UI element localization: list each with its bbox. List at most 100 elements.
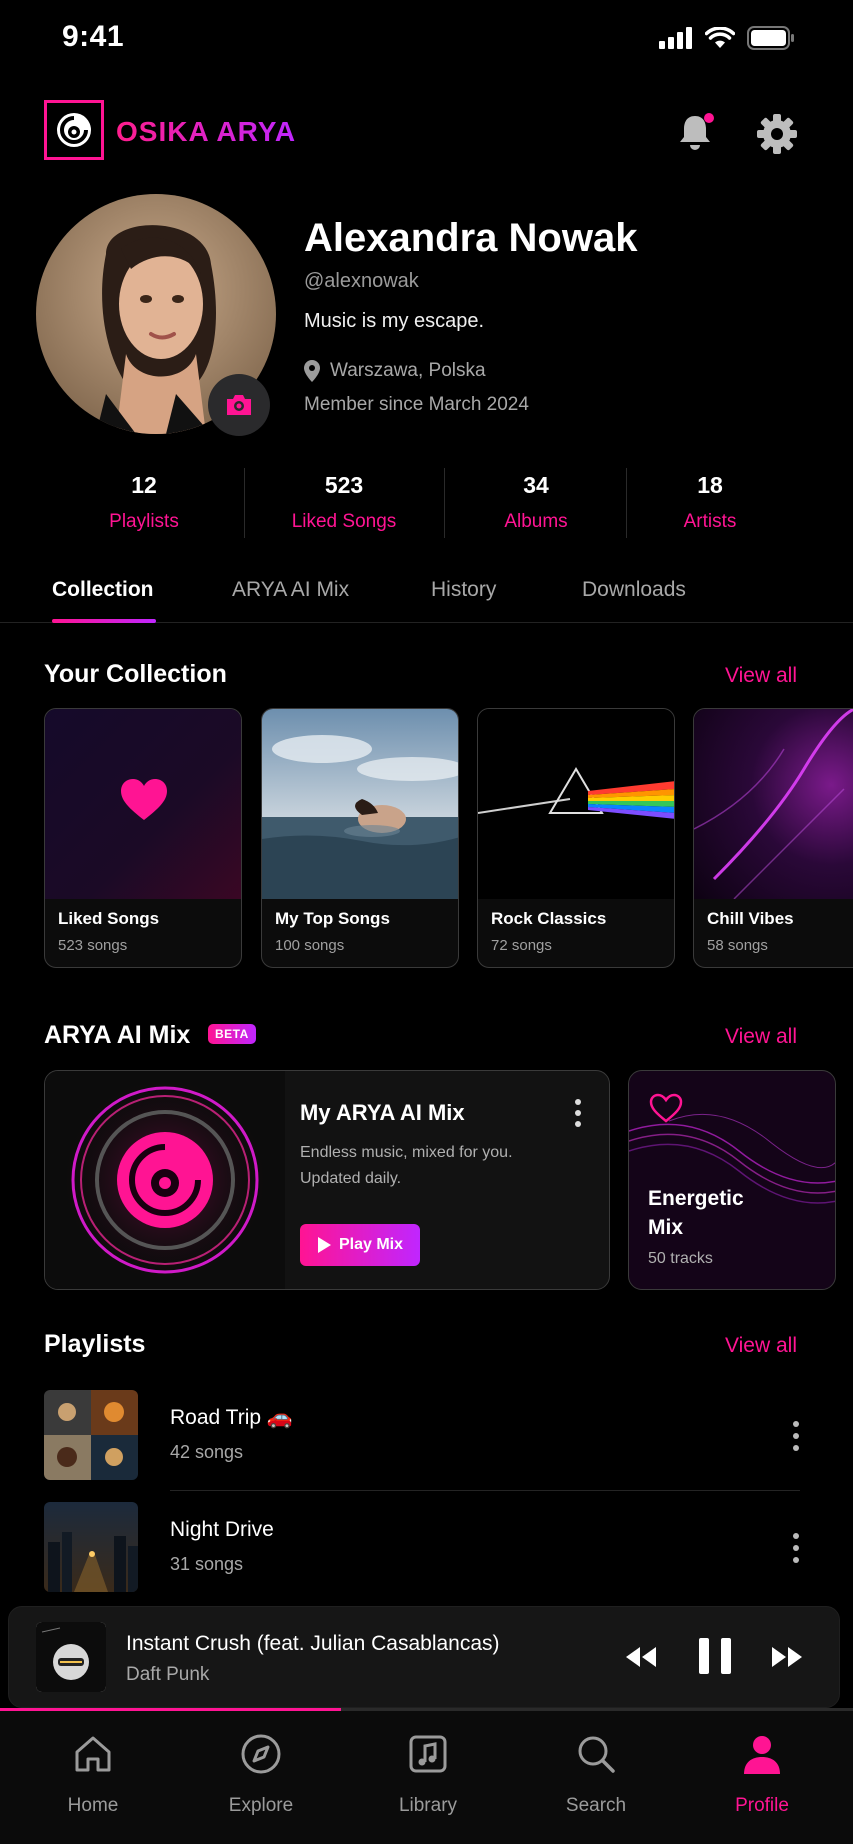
nav-label: Search [565,1795,627,1816]
ai-mix-more-button[interactable] [566,1096,590,1130]
tab-arya-ai-mix[interactable]: ARYA AI Mix [232,578,349,602]
collection-card-rock-classics[interactable]: Rock Classics 72 songs [477,708,675,968]
battery-icon [747,26,794,50]
stat-divider [244,468,245,538]
more-vertical-icon [793,1533,799,1563]
card-title: Chill Vibes [707,909,794,928]
settings-button[interactable] [753,110,801,158]
stat-value: 12 [131,472,157,498]
nav-search[interactable]: Search [536,1732,656,1817]
stat-label: Playlists [109,511,179,532]
playlists-view-all[interactable]: View all [725,1334,797,1358]
nav-label: Library [398,1795,458,1816]
bell-icon [680,113,714,150]
now-playing-title: Instant Crush (feat. Julian Casablancas) [126,1632,500,1655]
location-pin-icon [304,360,320,382]
stat-label: Albums [504,511,568,532]
profile-icon [744,1736,780,1774]
playlist-cover-road-trip[interactable] [44,1390,138,1480]
stat-label: Artists [683,511,737,532]
status-time: 9:41 [62,20,125,53]
member-since: Member since March 2024 [304,394,529,415]
nav-library[interactable]: Library [368,1732,488,1817]
change-photo-button[interactable] [208,374,270,436]
nav-label: Home [67,1795,119,1816]
card-artwork [45,709,241,899]
nav-profile[interactable]: Profile [702,1732,822,1817]
more-vertical-icon [575,1099,581,1127]
stat-playlists[interactable]: 12 Playlists [84,472,204,533]
playlist-name[interactable]: Night Drive [170,1518,274,1542]
profile-location-text: Warszawa, Polska [330,360,486,381]
stat-divider [626,468,627,538]
stat-divider [444,468,445,538]
playlist-more-button[interactable] [784,1416,808,1456]
heart-icon [121,779,167,820]
library-icon [409,1735,447,1773]
now-playing-artist: Daft Punk [126,1664,210,1685]
stat-liked-songs[interactable]: 523 Liked Songs [274,472,414,533]
list-divider [170,1490,800,1491]
card-count: 100 songs [275,937,345,954]
stat-value: 523 [324,472,364,498]
profile-bio: Music is my escape. [304,310,485,332]
play-mix-button[interactable]: Play Mix [300,1224,420,1266]
stat-value: 34 [523,472,549,498]
heart-outline-icon[interactable] [649,1093,683,1123]
energetic-mix-count: 50 tracks [648,1250,713,1267]
cellular-signal-icon [659,27,692,49]
nav-label: Profile [735,1795,789,1816]
rewind-icon [626,1647,656,1667]
app-logo[interactable] [44,100,104,160]
collection-view-all[interactable]: View all [725,664,797,688]
home-icon [75,1736,111,1772]
stat-artists[interactable]: 18 Artists [650,472,770,533]
profile-name: Alexandra Nowak [304,216,638,260]
search-icon [578,1736,615,1773]
playlist-more-button[interactable] [784,1528,808,1568]
ai-mix-title: ARYA AI Mix [44,1021,191,1049]
ai-mix-view-all[interactable]: View all [725,1025,797,1049]
stat-value: 18 [697,472,723,498]
collection-card-chill-vibes[interactable]: Chill Vibes 58 songs [693,708,853,968]
tab-history[interactable]: History [431,578,496,602]
playlists-title: Playlists [44,1330,146,1358]
tab-collection[interactable]: Collection [52,578,154,602]
previous-track-button[interactable] [624,1640,658,1674]
stat-albums[interactable]: 34 Albums [476,472,596,533]
app-name: OSIKA ARYA [116,116,297,147]
card-count: 58 songs [707,937,768,954]
more-vertical-icon [793,1421,799,1451]
ai-mix-desc-line1: Endless music, mixed for you. [300,1144,513,1161]
logo-icon [57,113,91,147]
energetic-mix-title: Energetic Mix [648,1187,744,1239]
playlist-cover-night-drive[interactable] [44,1502,138,1592]
nav-explore[interactable]: Explore [201,1732,321,1817]
now-playing-artwork [36,1622,106,1692]
card-artwork [262,709,458,899]
playlist-name[interactable]: Road Trip 🚗 [170,1406,293,1430]
nav-label: Explore [228,1795,294,1816]
ai-mix-artwork [45,1071,285,1289]
tab-downloads[interactable]: Downloads [582,578,686,602]
collection-card-my-top-songs[interactable]: My Top Songs 100 songs [261,708,459,968]
active-tab-indicator [52,619,156,623]
card-title: Rock Classics [491,909,607,928]
card-artwork [478,709,674,899]
ai-mix-card-title: My ARYA AI Mix [300,1100,465,1125]
play-icon [317,1237,331,1253]
compass-icon [241,1734,281,1774]
play-mix-label: Play Mix [338,1236,404,1253]
camera-icon [227,395,251,415]
ai-mix-description: Endless music, mixed for you. Updated da… [300,1140,540,1192]
wifi-icon [705,27,735,48]
gear-icon [757,114,797,154]
collection-card-liked-songs[interactable]: Liked Songs 523 songs [44,708,242,968]
pause-button[interactable] [696,1636,734,1676]
next-track-button[interactable] [770,1640,804,1674]
card-title: My Top Songs [275,909,390,928]
collection-title: Your Collection [44,660,227,688]
fast-forward-icon [772,1647,802,1667]
nav-home[interactable]: Home [33,1732,153,1817]
notifications-button[interactable] [672,110,718,156]
